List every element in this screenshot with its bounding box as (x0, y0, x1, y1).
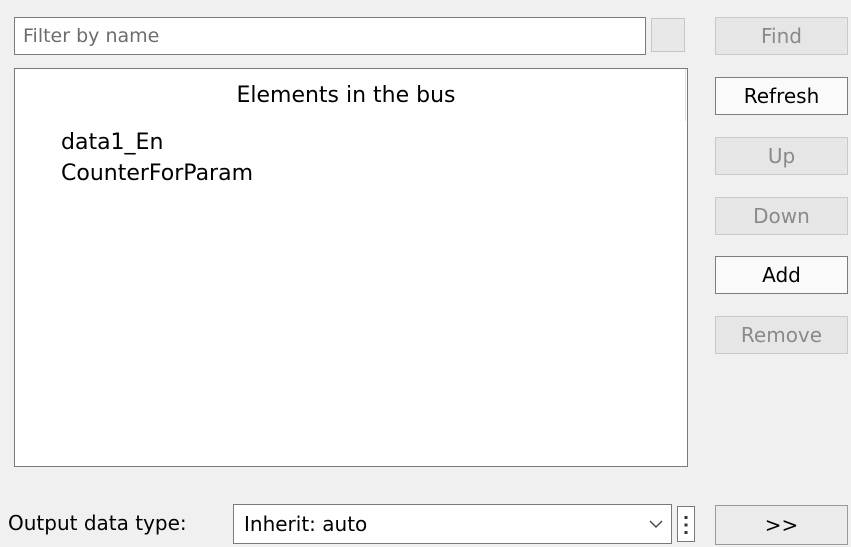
list-item[interactable]: data1_En (61, 127, 253, 158)
find-button[interactable]: Find (715, 17, 848, 55)
filter-by-name-input[interactable] (14, 17, 646, 55)
more-options-button[interactable] (677, 506, 695, 542)
bus-element-editor: Elements in the bus data1_En CounterForP… (0, 0, 851, 547)
add-button[interactable]: Add (715, 256, 848, 294)
list-items: data1_En CounterForParam (61, 127, 253, 189)
down-button[interactable]: Down (715, 197, 848, 235)
remove-button[interactable]: Remove (715, 316, 848, 354)
header-divider (685, 69, 686, 121)
up-button[interactable]: Up (715, 137, 848, 175)
refresh-button[interactable]: Refresh (715, 77, 848, 115)
output-data-type-value: Inherit: auto (244, 512, 368, 536)
list-header: Elements in the bus (236, 82, 456, 108)
chevron-down-icon (649, 520, 663, 528)
more-vertical-icon (684, 516, 688, 534)
output-data-type-label: Output data type: (8, 511, 187, 535)
list-item[interactable]: CounterForParam (61, 158, 253, 189)
filter-checkbox[interactable] (651, 18, 685, 52)
expand-button[interactable]: >> (715, 505, 848, 545)
bus-elements-list[interactable]: Elements in the bus data1_En CounterForP… (14, 68, 688, 467)
output-data-type-select[interactable]: Inherit: auto (233, 504, 672, 544)
